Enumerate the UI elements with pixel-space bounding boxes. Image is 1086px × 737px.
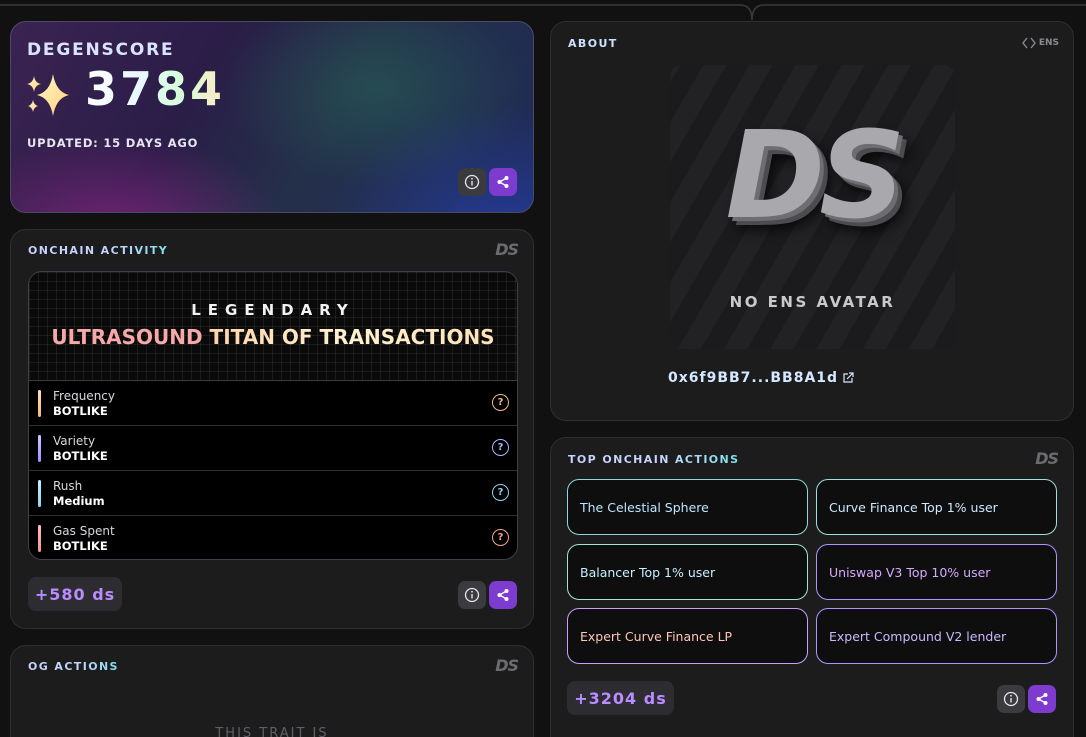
- share-icon: [497, 176, 509, 188]
- info-icon: [464, 174, 480, 190]
- trait-color-bar: [38, 390, 41, 417]
- trait-color-bar: [38, 525, 41, 552]
- action-curve-top-user[interactable]: Curve Finance Top 1% user: [816, 479, 1057, 535]
- card-title: ONCHAIN ACTIVITY: [28, 244, 169, 257]
- action-uniswap-top-user[interactable]: Uniswap V3 Top 10% user: [816, 544, 1057, 600]
- og-actions-card: OG ACTIONS DS THIS TRAIT IS: [10, 645, 534, 737]
- trait-row-variety: Variety BOTLIKE ?: [29, 426, 517, 471]
- trait-value: BOTLIKE: [53, 404, 108, 418]
- share-button[interactable]: [489, 168, 517, 196]
- legendary-header: LEGENDARY ULTRASOUND TITAN OF TRANSACTIO…: [29, 272, 517, 381]
- info-icon: [1003, 691, 1019, 707]
- no-avatar-text: NO ENS AVATAR: [729, 293, 896, 311]
- trait-value: BOTLIKE: [53, 449, 108, 463]
- ds-logo-icon: DS: [495, 656, 519, 675]
- share-button[interactable]: [489, 581, 517, 609]
- degenscore-label: DEGENSCORE: [27, 40, 175, 60]
- info-button[interactable]: [458, 168, 486, 196]
- top-onchain-actions-card: TOP ONCHAIN ACTIONS DS The Celestial Sph…: [550, 437, 1074, 737]
- trait-color-bar: [38, 435, 41, 462]
- trait-value: BOTLIKE: [53, 539, 108, 553]
- trait-name: Variety: [53, 434, 96, 448]
- card-title: OG ACTIONS: [28, 660, 119, 673]
- trait-color-bar: [38, 480, 41, 507]
- trait-row-gas-spent: Gas Spent BOTLIKE ?: [29, 516, 517, 559]
- info-button[interactable]: [997, 685, 1025, 713]
- ens-label: ENS: [1038, 38, 1059, 48]
- top-border-line: [0, 0, 1086, 20]
- about-card: ABOUT ENS DS NO ENS AVATAR 0x6f9BB7...BB…: [550, 21, 1074, 421]
- trait-row-frequency: Frequency BOTLIKE ?: [29, 381, 517, 426]
- avatar-logo: DS: [725, 107, 905, 246]
- updated-text: UPDATED: 15 DAYS AGO: [27, 136, 199, 150]
- card-title: TOP ONCHAIN ACTIONS: [568, 453, 740, 466]
- ens-badge: ENS: [1021, 36, 1059, 50]
- sparkle-icon: [27, 74, 69, 116]
- help-icon[interactable]: ?: [492, 394, 509, 411]
- ds-points-badge: +3204 ds: [567, 681, 674, 715]
- ens-icon: [1021, 37, 1036, 49]
- share-button[interactable]: [1028, 685, 1056, 713]
- rank-title-first: ULTRASOUND: [51, 325, 203, 349]
- card-title: ABOUT: [568, 37, 618, 50]
- ds-logo-icon: DS: [495, 240, 519, 259]
- info-icon: [464, 587, 480, 603]
- trait-name: Gas Spent: [53, 524, 115, 538]
- rank-title: ULTRASOUND TITAN OF TRANSACTIONS: [29, 325, 517, 349]
- info-button[interactable]: [458, 581, 486, 609]
- wallet-address: 0x6f9BB7...BB8A1d: [668, 370, 839, 386]
- degenscore-card: DEGENSCORE 3784 UPDATED: 15 DAYS AGO: [10, 21, 534, 213]
- share-icon: [497, 589, 509, 601]
- action-expert-curve-lp[interactable]: Expert Curve Finance LP: [567, 608, 808, 664]
- legendary-panel: LEGENDARY ULTRASOUND TITAN OF TRANSACTIO…: [28, 271, 518, 560]
- action-expert-compound-lender[interactable]: Expert Compound V2 lender: [816, 608, 1057, 664]
- action-balancer-top-user[interactable]: Balancer Top 1% user: [567, 544, 808, 600]
- rank-title-rest: TITAN OF TRANSACTIONS: [202, 325, 495, 349]
- help-icon[interactable]: ?: [492, 439, 509, 456]
- avatar: DS NO ENS AVATAR: [670, 65, 955, 349]
- trait-name: Frequency: [53, 389, 115, 403]
- help-icon[interactable]: ?: [492, 529, 509, 546]
- action-celestial-sphere[interactable]: The Celestial Sphere: [567, 479, 808, 535]
- degenscore-value: 3784: [85, 62, 226, 116]
- ds-points-badge: +580 ds: [28, 577, 122, 611]
- help-icon[interactable]: ?: [492, 484, 509, 501]
- onchain-activity-card: ONCHAIN ACTIVITY DS LEGENDARY ULTRASOUND…: [10, 229, 534, 629]
- ds-logo-icon: DS: [1035, 449, 1059, 468]
- trait-name: Rush: [53, 479, 83, 493]
- share-icon: [1036, 693, 1048, 705]
- wallet-address-link[interactable]: 0x6f9BB7...BB8A1d: [668, 370, 854, 386]
- rank-label: LEGENDARY: [191, 301, 355, 319]
- external-link-icon: [843, 372, 854, 383]
- trait-row-rush: Rush Medium ?: [29, 471, 517, 516]
- trait-value: Medium: [53, 494, 105, 508]
- og-empty-message: THIS TRAIT IS: [215, 726, 329, 737]
